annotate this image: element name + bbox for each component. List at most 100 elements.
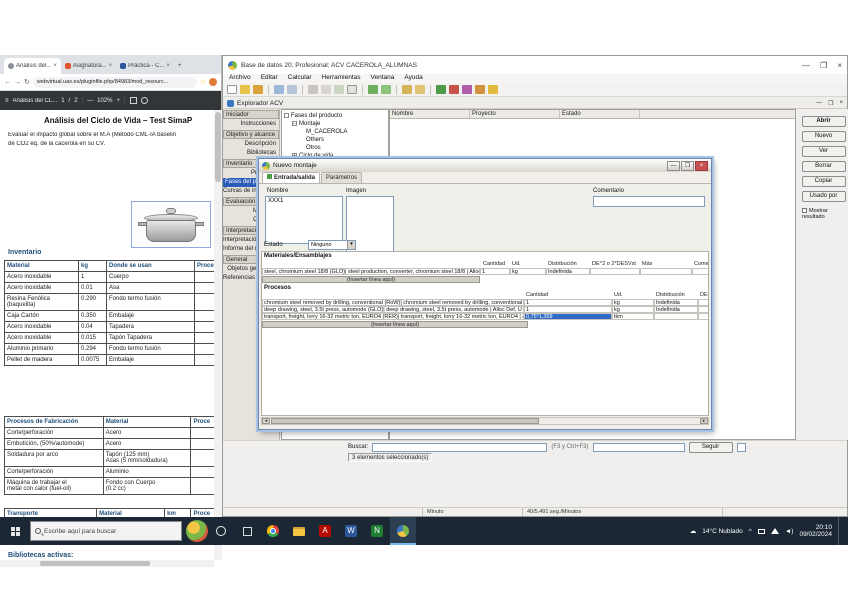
column-proyecto[interactable]: Proyecto [470,110,560,118]
undo-icon[interactable] [402,85,412,94]
estado-select[interactable]: Ninguno ▾ [308,240,356,250]
clock[interactable]: 20:10 09/02/2024 [799,524,832,538]
fit-page-icon[interactable] [130,97,137,104]
dialog-close-icon[interactable]: × [695,161,708,171]
menu-archivo[interactable]: Archivo [229,74,251,83]
wifi-icon[interactable] [771,528,779,534]
menu-ventana[interactable]: Ventana [371,74,395,83]
nuevo-button[interactable]: Nuevo [802,131,846,142]
search-input[interactable] [372,443,547,452]
url-input[interactable]: webvirtual.uax.es/pluginfile.php/84983/m… [33,77,197,88]
chart-icon[interactable] [462,85,472,94]
file-explorer-icon[interactable] [286,517,312,545]
sidebar-item[interactable]: Bibliotecas [223,149,279,158]
browser-vertical-scrollbar[interactable] [214,110,222,560]
process-row-qty-selected[interactable]: 0,75*1,359 [524,313,612,320]
reload-icon[interactable]: ↻ [24,78,30,86]
menu-calcular[interactable]: Calcular [288,74,312,83]
tab-entrada-salida[interactable]: Entrada/salida [262,172,320,183]
minimize-icon[interactable]: — [802,61,810,70]
child-restore-icon[interactable]: ❒ [828,100,833,107]
menu-ayuda[interactable]: Ayuda [404,74,422,83]
material-row-name[interactable]: steel, chromium steel 18/8 (GLO)| steel … [262,268,480,275]
tree-assembly[interactable]: M_CACEROLA [284,128,386,136]
word-icon[interactable]: W [338,517,364,545]
dialog-restore-icon[interactable]: ❒ [681,161,694,171]
process-row-qty[interactable]: 1 [524,299,612,306]
comentario-field[interactable] [593,196,705,207]
start-button[interactable] [0,517,30,545]
tray-expand-icon[interactable]: ^ [749,528,752,535]
wizard-icon[interactable] [488,85,498,94]
zoom-in-icon[interactable]: + [116,98,120,104]
rotate-icon[interactable] [141,97,148,104]
green-app-icon[interactable]: N [364,517,390,545]
show-desktop-button[interactable] [838,517,842,545]
maximize-icon[interactable]: ❒ [820,61,827,70]
dialog-horizontal-scrollbar[interactable]: ◂ ▸ [261,417,709,425]
process-row-unit[interactable]: tkm [612,313,654,320]
seguir-button[interactable]: Seguir [689,442,733,453]
insert-line-button-materials[interactable]: (Insertar línea aquí) [262,276,480,283]
material-row-unit[interactable]: kg [510,268,546,275]
view-icon[interactable] [287,85,297,94]
borrar-button[interactable]: Borrar [802,161,846,172]
insert-line-button-processes[interactable]: (Insertar línea aquí) [262,321,528,328]
search-options-button[interactable] [737,443,746,452]
process-row-name[interactable]: deep drawing, steel, 3.5t press, automod… [262,306,524,313]
taskbar-search[interactable]: Escribe aquí para buscar [30,521,182,541]
process-row-unit[interactable]: kg [612,299,654,306]
back-icon[interactable]: ← [4,79,11,86]
cut-icon[interactable] [308,85,318,94]
tree-montaje[interactable]: −Montaje [284,120,386,128]
child-close-icon[interactable]: × [839,100,843,107]
copiar-button[interactable]: Copiar [802,176,846,187]
weather-text[interactable]: 14°C Nublado [702,528,743,535]
sidebar-item[interactable]: Instrucciones [223,120,279,129]
close-tab-icon[interactable]: × [109,63,113,69]
acrobat-icon[interactable]: A [312,517,338,545]
paste-icon[interactable] [334,85,344,94]
column-nombre[interactable]: Nombre [390,110,470,118]
material-row-dist[interactable]: Indefinida [546,268,590,275]
column-estado[interactable]: Estado [560,110,640,118]
tab-parametros[interactable]: Parámetros [321,172,362,183]
zoom-out-icon[interactable]: — [87,98,93,104]
tree-root[interactable]: Fases del producto [284,112,386,120]
abrir-button[interactable]: Abrir [802,116,846,127]
volume-icon[interactable]: ◄) [785,528,794,535]
tree-otros[interactable]: Otros [284,144,386,152]
sidebar-item[interactable]: Iniciador [223,110,279,119]
pdf-menu-icon[interactable]: ≡ [5,98,9,104]
sidebar-item[interactable]: Descripción [223,140,279,149]
tree-others[interactable]: Others [284,136,386,144]
material-row-qty[interactable]: 1 [480,268,510,275]
browser-tab-3[interactable]: Práctica - C... × [116,58,174,74]
menu-herramientas[interactable]: Herramientas [322,74,361,83]
new-tab-button[interactable]: + [174,58,186,74]
new-icon[interactable] [227,85,237,94]
chrome-icon[interactable] [260,517,286,545]
process-row-dist[interactable]: Indefinida [654,299,698,306]
forward-arrow-icon[interactable] [381,85,391,94]
show-result-checkbox[interactable]: Mostrar resultado [798,206,848,220]
scroll-right-icon[interactable]: ▸ [700,418,708,424]
task-view-icon[interactable] [234,517,260,545]
back-arrow-icon[interactable] [368,85,378,94]
link-icon[interactable] [274,85,284,94]
close-icon[interactable]: × [837,61,842,70]
sidebar-item[interactable]: Objetivo y alcance [223,130,279,139]
child-minimize-icon[interactable]: — [816,100,822,107]
import-icon[interactable] [253,85,263,94]
dialog-minimize-icon[interactable]: — [667,161,680,171]
copy-icon[interactable] [321,85,331,94]
news-widget-icon[interactable] [186,520,208,542]
profile-avatar[interactable] [209,78,217,86]
process-row-qty[interactable]: 1 [524,306,612,313]
battery-icon[interactable] [758,529,765,534]
report-icon[interactable] [475,85,485,94]
compare-icon[interactable] [449,85,459,94]
nombre-field[interactable]: XXX1 [265,196,343,244]
redo-icon[interactable] [415,85,425,94]
weather-cloud-icon[interactable]: ☁ [690,527,697,535]
